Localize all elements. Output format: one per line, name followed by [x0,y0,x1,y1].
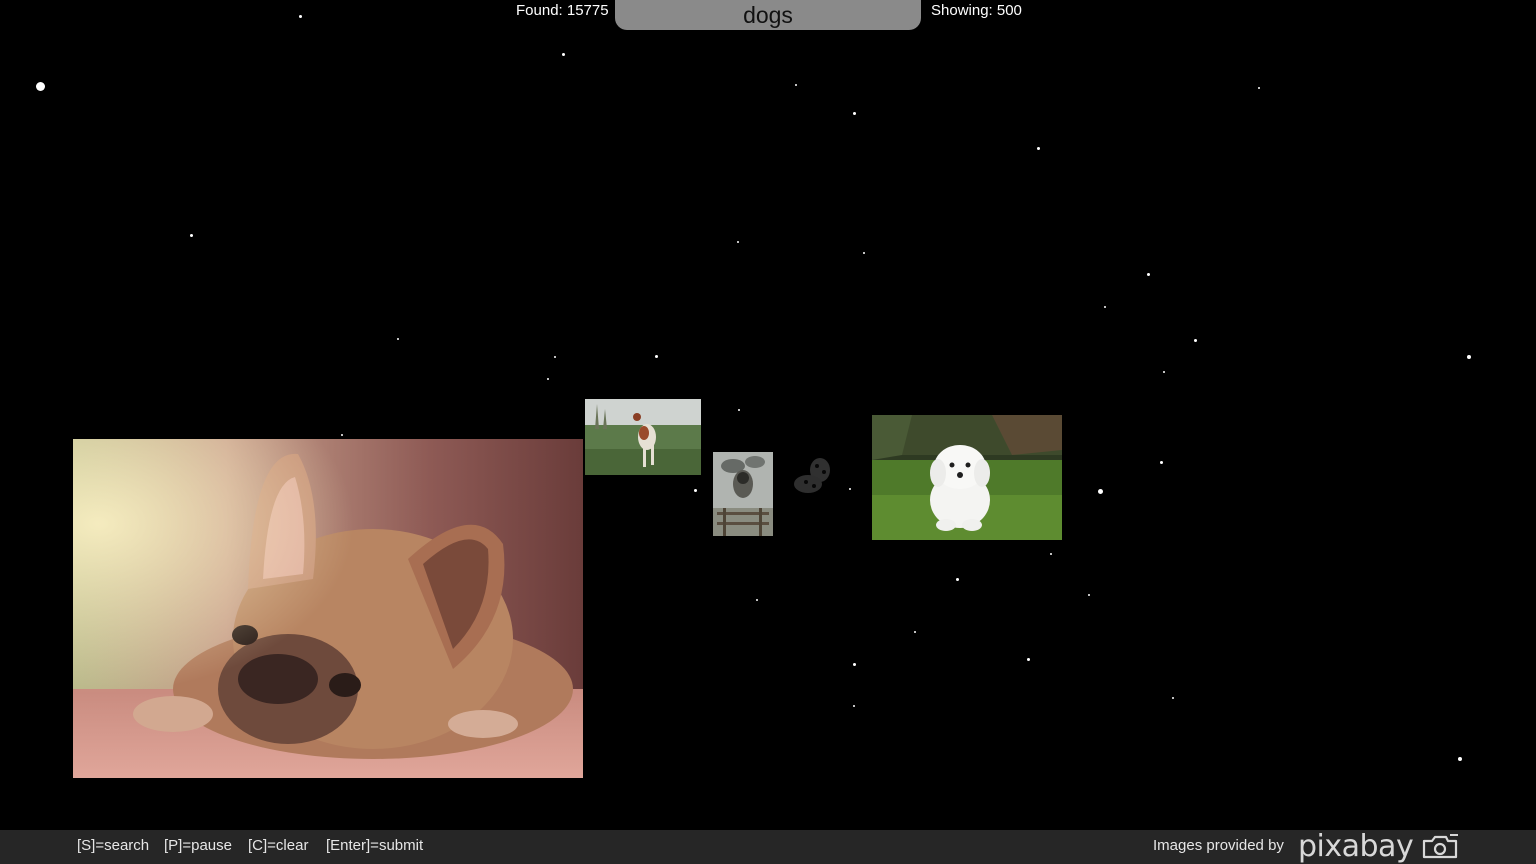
star [1258,87,1260,89]
star [849,488,851,490]
pixabay-camera-icon [1420,833,1460,861]
found-count-label: Found: 15775 [516,2,609,19]
star [1027,658,1030,661]
star [1163,371,1165,373]
pixabay-logo[interactable]: pixabay [1298,830,1414,864]
star [756,599,758,601]
star [956,578,959,581]
search-query-box[interactable]: dogs [615,0,921,30]
star [341,434,343,436]
star [853,112,856,115]
image-credit-label: Images provided by [1153,837,1284,854]
star [554,356,556,358]
star [1037,147,1040,150]
star [1147,273,1150,276]
star [562,53,565,56]
shortcut-search-hint: [S]=search [77,837,150,854]
star [1050,553,1052,555]
star [547,378,549,380]
star [397,338,399,340]
star [1160,461,1163,464]
star [655,355,658,358]
star [1088,594,1090,596]
photo-dog-field[interactable] [585,399,701,475]
photo-dogs-fence[interactable] [713,452,773,536]
star [1194,339,1197,342]
dog-field-illustration [585,399,701,475]
photo-white-puppy[interactable] [872,415,1062,540]
shortcut-clear-hint: [C]=clear [248,837,309,854]
photo-french-bulldog[interactable] [73,439,583,778]
white-puppy-illustration [872,415,1062,540]
star [853,663,856,666]
star [1467,355,1471,359]
star [1172,697,1174,699]
star [1104,306,1106,308]
star [190,234,193,237]
star [853,705,855,707]
star [795,84,797,86]
star [738,409,740,411]
photo-dalmatian-faded[interactable] [792,456,836,494]
star [863,252,865,254]
shortcut-submit-hint: [Enter]=submit [326,837,424,854]
dogs-fence-illustration [713,452,773,536]
french-bulldog-illustration [73,439,583,778]
footer-bar: [S]=search [P]=pause [C]=clear [Enter]=s… [0,830,1536,864]
star [36,82,45,91]
star [1458,757,1462,761]
star [737,241,739,243]
star [1098,489,1103,494]
dalmatian-illustration [792,456,836,494]
star [914,631,916,633]
showing-count-label: Showing: 500 [931,2,1022,19]
star [299,15,302,18]
shortcut-pause-hint: [P]=pause [164,837,232,854]
starfield-canvas: Found: 15775 dogs Showing: 500 [S]=searc… [0,0,1536,864]
star [694,489,697,492]
